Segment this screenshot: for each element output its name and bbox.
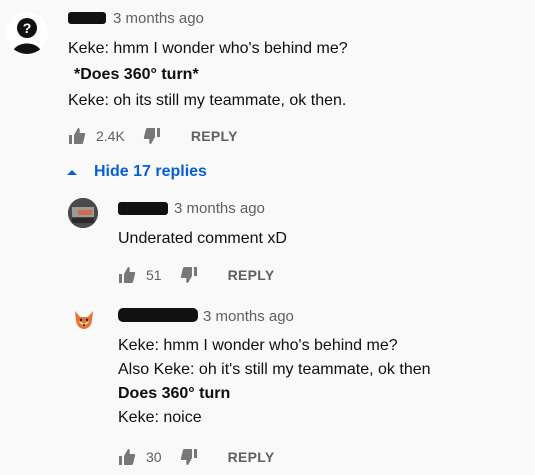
comment-line: Does 360° turn bbox=[118, 385, 231, 402]
comment-time: 3 months ago bbox=[174, 200, 265, 217]
like-icon[interactable] bbox=[118, 448, 136, 466]
photo-avatar bbox=[68, 198, 98, 228]
reply-button[interactable]: REPLY bbox=[228, 267, 275, 283]
fox-icon bbox=[75, 311, 93, 329]
like-count: 30 bbox=[146, 449, 162, 465]
redacted-username bbox=[118, 308, 198, 322]
redacted-username bbox=[118, 202, 168, 215]
comment-line: Keke: hmm I wonder who's behind me? bbox=[118, 337, 398, 354]
reply-button[interactable]: REPLY bbox=[228, 449, 275, 465]
comment-actions: 30 REPLY bbox=[118, 448, 274, 466]
like-icon[interactable] bbox=[118, 266, 136, 284]
dislike-icon[interactable] bbox=[180, 266, 198, 284]
comment-time: 3 months ago bbox=[113, 10, 204, 27]
like-count: 2.4K bbox=[96, 128, 125, 144]
dislike-icon[interactable] bbox=[143, 127, 161, 145]
avatar[interactable]: ? bbox=[6, 12, 48, 54]
reply-comment: 3 months ago Underated comment xD 51 REP… bbox=[0, 190, 535, 290]
chevron-up-icon bbox=[67, 170, 77, 175]
comment-time: 3 months ago bbox=[203, 308, 294, 325]
like-count: 51 bbox=[146, 267, 162, 283]
comment-thread: ? 3 months ago Keke: hmm I wonder who's … bbox=[0, 0, 535, 150]
comment-actions: 2.4K REPLY bbox=[68, 127, 238, 145]
dislike-icon[interactable] bbox=[180, 448, 198, 466]
comment-line: Also Keke: oh it's still my teammate, ok… bbox=[118, 361, 431, 378]
svg-text:?: ? bbox=[23, 20, 32, 36]
comment-line: Keke: hmm I wonder who's behind me? bbox=[68, 40, 348, 57]
avatar[interactable] bbox=[68, 198, 98, 228]
hide-replies-button[interactable]: Hide 17 replies bbox=[66, 163, 207, 181]
hide-replies-label: Hide 17 replies bbox=[94, 163, 207, 180]
avatar[interactable] bbox=[72, 308, 96, 332]
reply-button[interactable]: REPLY bbox=[191, 128, 238, 144]
like-icon[interactable] bbox=[68, 127, 86, 145]
redacted-username bbox=[68, 12, 106, 24]
silhouette-question-icon: ? bbox=[12, 18, 42, 54]
comment-actions: 51 REPLY bbox=[118, 266, 274, 284]
comment-line: Keke: oh its still my teammate, ok then. bbox=[68, 92, 347, 109]
reply-comment: 3 months ago Keke: hmm I wonder who's be… bbox=[0, 298, 535, 475]
comment-line: *Does 360° turn* bbox=[74, 66, 199, 83]
comment-line: Keke: noice bbox=[118, 409, 202, 426]
comment-text: Underated comment xD bbox=[118, 230, 287, 247]
